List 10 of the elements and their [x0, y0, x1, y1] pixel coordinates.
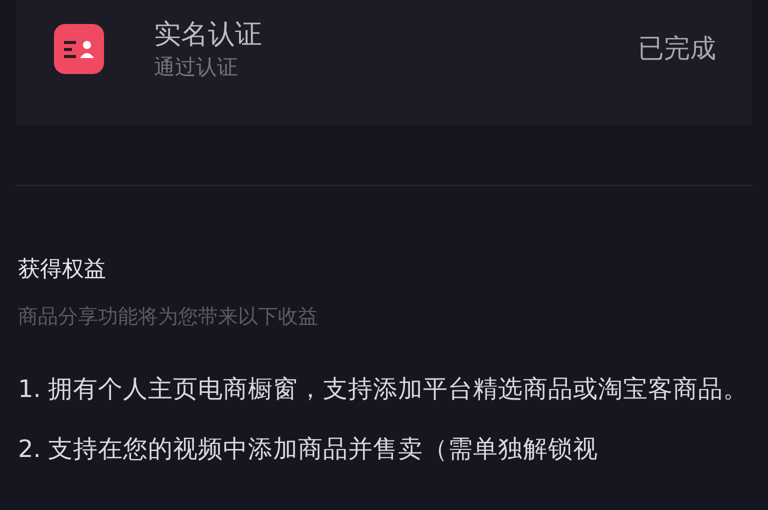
status-label: 已完成 — [638, 33, 716, 66]
verification-subtitle: 通过认证 — [154, 54, 239, 80]
benefit-text: 支持在您的视频中添加商品并售卖（需单独解锁视 — [48, 433, 599, 465]
benefits-subtitle: 商品分享功能将为您带来以下收益 — [18, 303, 319, 330]
id-card-icon — [54, 24, 104, 74]
benefit-text: 拥有个人主页电商橱窗，支持添加平台精选商品或淘宝客商品。 — [48, 373, 749, 405]
benefits-title: 获得权益 — [18, 256, 107, 284]
list-number: 2. — [18, 434, 42, 465]
list-number: 1. — [18, 374, 42, 405]
verification-title: 实名认证 — [154, 18, 263, 52]
